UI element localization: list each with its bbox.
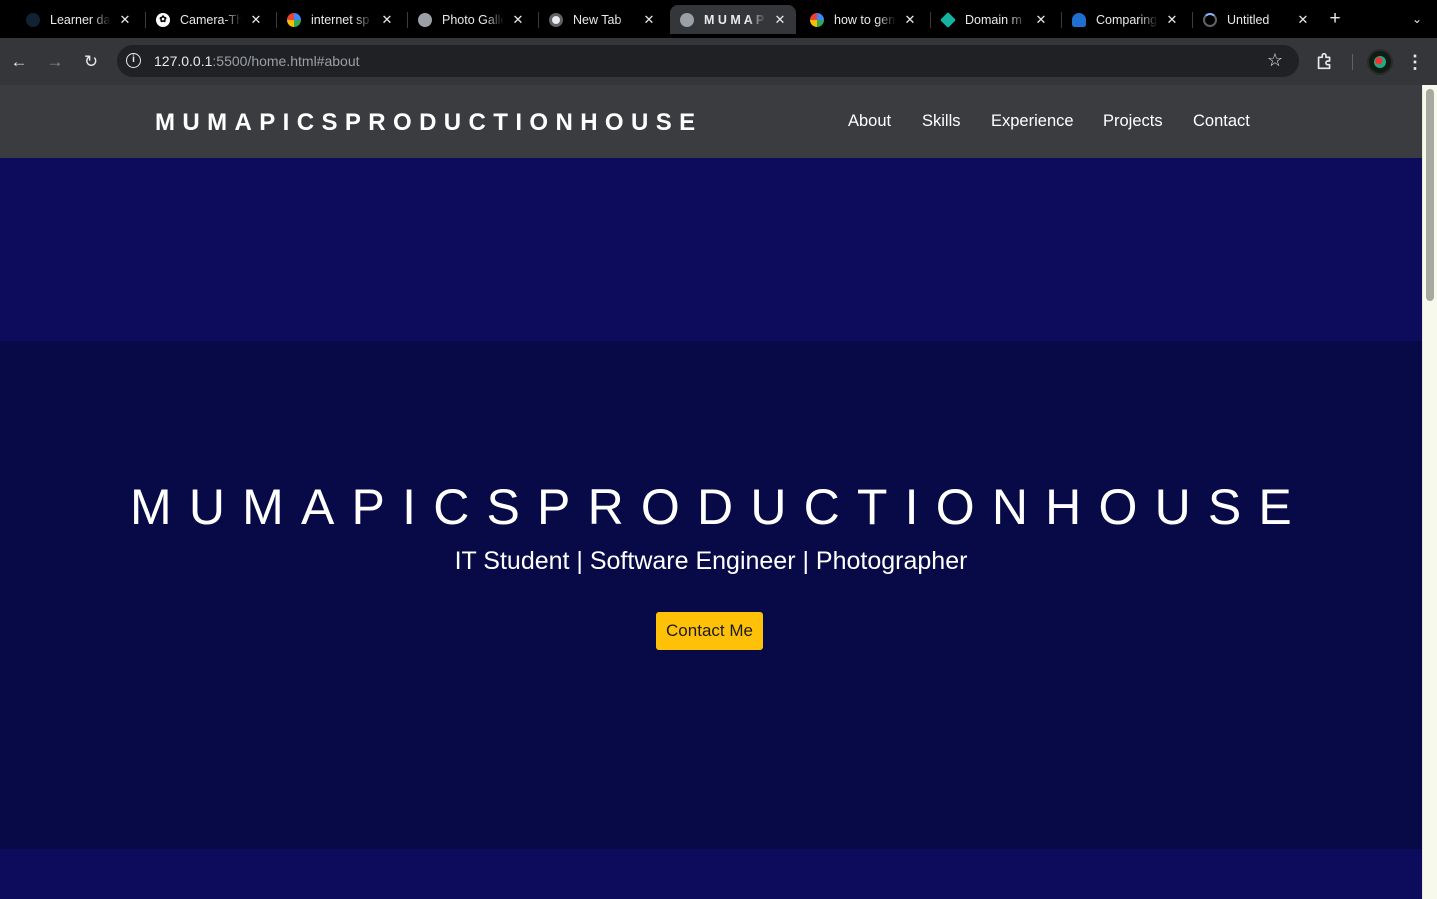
tab-how-to[interactable]: how to gen ✕ [800, 5, 926, 34]
close-icon[interactable]: ✕ [248, 12, 264, 28]
nav-link-about[interactable]: About [848, 112, 891, 131]
scrollbar-thumb[interactable] [1426, 89, 1434, 301]
reload-icon[interactable]: ↻ [79, 50, 103, 74]
address-bar[interactable]: i 127.0.0.1:5500/home.html#about ☆ [117, 45, 1299, 77]
section-band-top [0, 158, 1422, 341]
google-icon [287, 12, 301, 27]
google-icon [810, 12, 824, 27]
cloud-icon [1072, 12, 1086, 27]
contact-me-button[interactable]: Contact Me [656, 612, 763, 650]
tab-title: Untitled [1227, 12, 1270, 27]
close-icon[interactable]: ✕ [510, 12, 526, 28]
hero-subtitle: IT Student | Software Engineer | Photogr… [454, 547, 968, 575]
site-navbar: MUMAPICSPRODUCTIONHOUSE About Skills Exp… [0, 85, 1422, 158]
site-favicon-icon [26, 12, 40, 27]
tab-untitled[interactable]: Untitled ✕ [1193, 5, 1319, 34]
site-info-icon[interactable]: i [126, 53, 141, 68]
tab-learner[interactable]: Learner da ✕ [16, 5, 141, 34]
back-arrow-icon[interactable]: ← [7, 50, 31, 74]
tab-title: Camera-Th [180, 12, 242, 27]
bookmark-star-icon[interactable]: ☆ [1267, 50, 1283, 71]
tab-title: Comparing [1096, 12, 1158, 27]
diamond-icon [940, 11, 956, 28]
close-icon[interactable]: ✕ [1295, 12, 1311, 28]
new-tab-plus-icon[interactable]: + [1324, 8, 1346, 30]
tab-title: internet sp [311, 12, 370, 27]
tab-new-tab[interactable]: New Tab ✕ [539, 5, 665, 34]
close-icon[interactable]: ✕ [117, 12, 133, 28]
close-icon[interactable]: ✕ [641, 12, 657, 28]
tab-search-chevron-icon[interactable]: ⌄ [1406, 8, 1428, 30]
profile-avatar[interactable] [1367, 49, 1393, 75]
tab-camera[interactable]: ✿ Camera-Th ✕ [146, 5, 272, 34]
forward-arrow-icon[interactable]: → [43, 50, 67, 74]
tab-photo-gallery[interactable]: Photo Galle ✕ [408, 5, 534, 34]
menu-kebab-icon[interactable]: ⋮ [1405, 50, 1425, 74]
close-icon[interactable]: ✕ [772, 12, 788, 28]
page-scrollbar[interactable] [1422, 85, 1437, 899]
globe-icon [680, 12, 694, 27]
hero-title: MUMAPICSPRODUCTIONHOUSE [130, 479, 1309, 535]
tab-title: Domain m [965, 12, 1022, 27]
page-viewport: MUMAPICSPRODUCTIONHOUSE About Skills Exp… [0, 85, 1422, 899]
close-icon[interactable]: ✕ [902, 12, 918, 28]
nav-link-projects[interactable]: Projects [1103, 112, 1163, 131]
tab-comparing[interactable]: Comparing ✕ [1062, 5, 1188, 34]
tab-title: New Tab [573, 12, 622, 27]
globe-icon [418, 12, 432, 27]
nav-link-experience[interactable]: Experience [991, 112, 1074, 131]
close-icon[interactable]: ✕ [1164, 12, 1180, 28]
url-text[interactable]: 127.0.0.1:5500/home.html#about [154, 53, 360, 69]
tab-domain[interactable]: Domain m ✕ [931, 5, 1057, 34]
nav-link-skills[interactable]: Skills [922, 112, 961, 131]
chrome-icon [549, 12, 563, 27]
tab-internet[interactable]: internet sp ✕ [277, 5, 403, 34]
nav-link-contact[interactable]: Contact [1193, 112, 1250, 131]
tab-title: M U M A P [704, 12, 765, 27]
url-host: 127.0.0.1 [154, 53, 213, 69]
loading-spinner-icon [1203, 12, 1217, 27]
tab-mumap[interactable]: M U M A P ✕ [670, 5, 796, 34]
toolbar-divider [1352, 54, 1353, 70]
close-icon[interactable]: ✕ [379, 12, 395, 28]
tab-title: Photo Galle [442, 12, 504, 27]
site-brand[interactable]: MUMAPICSPRODUCTIONHOUSE [155, 109, 703, 137]
section-band-bottom [0, 849, 1422, 899]
browser-toolbar: ← → ↻ i 127.0.0.1:5500/home.html#about ☆… [0, 38, 1437, 85]
openai-icon: ✿ [156, 12, 170, 27]
extensions-puzzle-icon[interactable] [1314, 50, 1336, 72]
hero-section: MUMAPICSPRODUCTIONHOUSE IT Student | Sof… [0, 341, 1422, 849]
url-path: :5500/home.html#about [212, 53, 360, 69]
close-icon[interactable]: ✕ [1033, 12, 1049, 28]
tab-title: Learner da [50, 12, 111, 27]
tab-strip: Learner da ✕ ✿ Camera-Th ✕ internet sp ✕… [0, 0, 1437, 38]
tab-title: how to gen [834, 12, 896, 27]
